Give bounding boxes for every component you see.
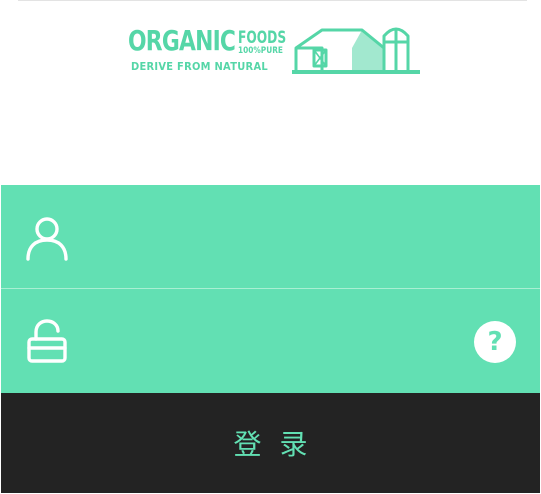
help-icon[interactable]: ? bbox=[474, 321, 516, 363]
login-label: 登录 bbox=[233, 428, 326, 461]
logo-tagline: DERIVE FROM NATURAL bbox=[131, 60, 268, 73]
barn-silo-icon bbox=[292, 27, 420, 74]
unlock-icon bbox=[27, 319, 67, 363]
logo-brand-main: ORGANIC bbox=[128, 24, 236, 57]
password-input[interactable] bbox=[91, 319, 455, 365]
username-row bbox=[1, 185, 540, 289]
user-icon bbox=[26, 217, 68, 261]
brand-logo: ORGANIC FOODS 100%PURE DERIVE FROM NATUR… bbox=[128, 18, 424, 76]
login-button[interactable]: 登录 bbox=[1, 393, 540, 493]
username-input[interactable] bbox=[91, 215, 455, 261]
top-divider bbox=[18, 0, 527, 1]
logo-brand-pure: 100%PURE bbox=[238, 46, 283, 56]
logo-brand-foods: FOODS bbox=[238, 28, 287, 48]
password-row: ? bbox=[1, 289, 540, 392]
login-form: ? bbox=[1, 185, 540, 393]
